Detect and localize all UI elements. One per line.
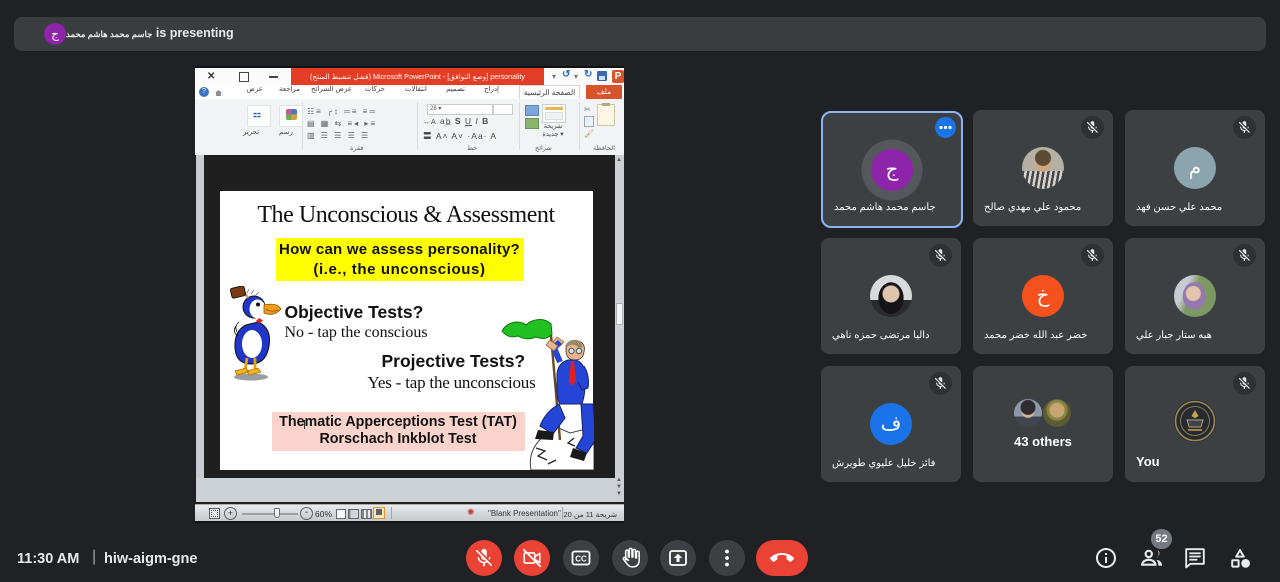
- svg-text:CC: CC: [575, 555, 587, 564]
